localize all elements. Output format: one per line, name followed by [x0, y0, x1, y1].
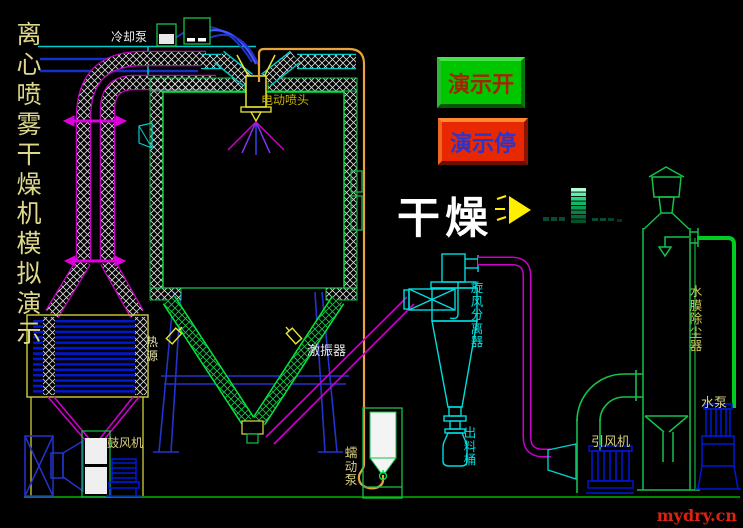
- fan-suction-pipe: [478, 261, 551, 453]
- water-pump-unit: [695, 404, 741, 489]
- cyclone-separator: [404, 254, 478, 466]
- demo-stop-button[interactable]: 演示停: [438, 118, 528, 165]
- blower-duct: [48, 397, 139, 441]
- level-indicator: [543, 188, 622, 223]
- process-diagram: [0, 0, 743, 528]
- blower: [25, 431, 141, 497]
- flow-indicator-icon: [495, 196, 531, 224]
- flow-arrow-icon: [64, 116, 126, 266]
- page-title: 离心喷雾干燥机模拟演示: [12, 21, 46, 350]
- hot-air-pipework: [52, 59, 216, 315]
- fan-inlet-cone: [548, 444, 576, 479]
- demo-start-button[interactable]: 演示开: [437, 57, 525, 108]
- cooling-pump-unit: [157, 18, 210, 46]
- simulation-screen: 离心喷雾干燥机模拟演示 演示开 演示停 干燥 冷却泵 电动喷头 热源 鼓风机 激…: [0, 0, 743, 528]
- tower-top-funnel: [201, 57, 356, 80]
- feed-pipe: [259, 49, 383, 488]
- dust-collector-tower: [637, 167, 734, 490]
- induced-draft-fan: [577, 370, 643, 493]
